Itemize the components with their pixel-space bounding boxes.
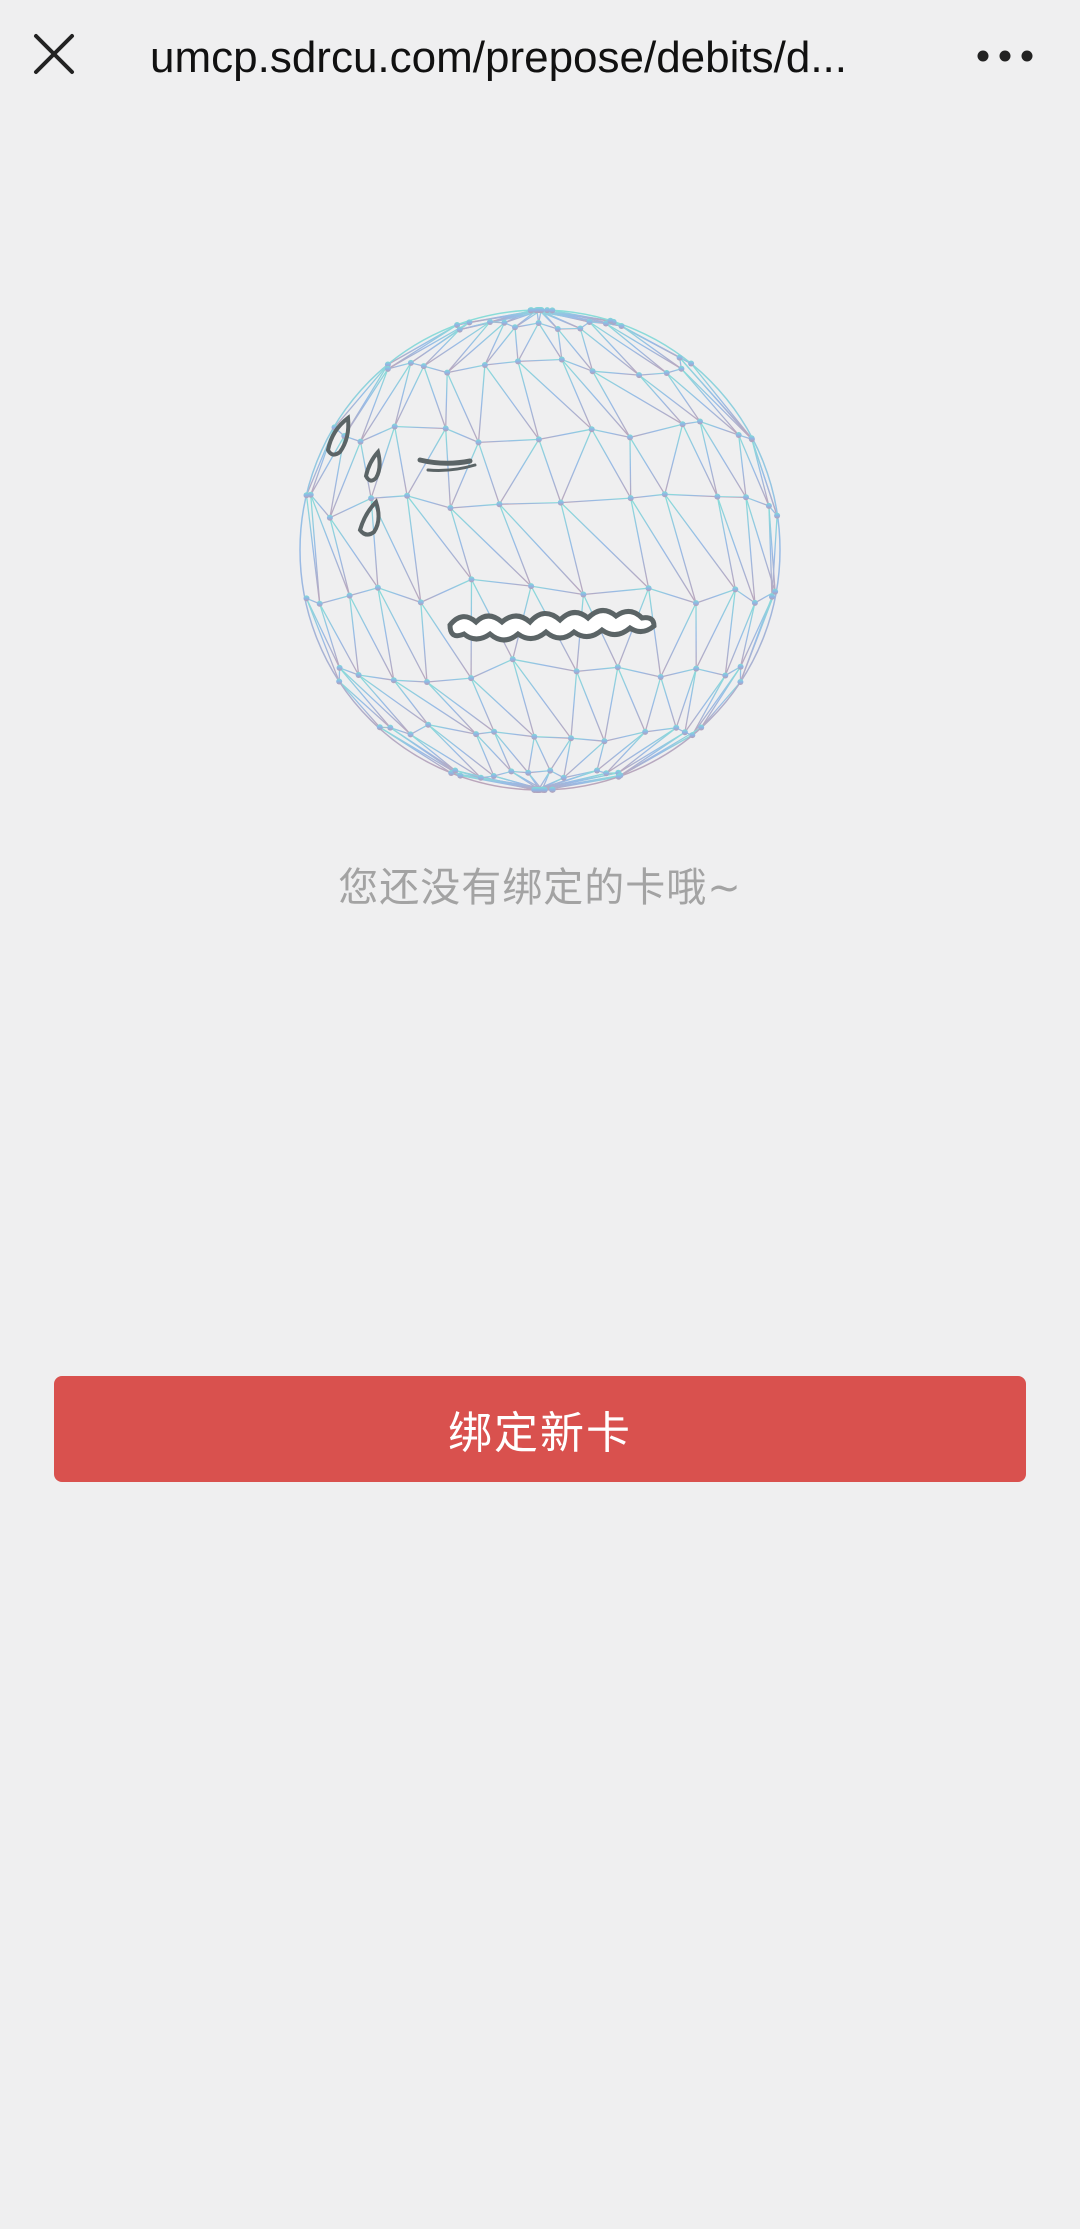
crying-wireframe-sphere-icon (299, 307, 781, 793)
more-dots-icon (977, 50, 1033, 62)
empty-state-message: 您还没有绑定的卡哦~ (338, 865, 742, 911)
close-icon (34, 34, 74, 74)
more-button[interactable] (962, 24, 1048, 88)
empty-state-illustration (270, 280, 810, 820)
close-button[interactable] (18, 18, 90, 90)
face (325, 414, 657, 643)
bind-new-card-button[interactable]: 绑定新卡 (54, 1376, 1026, 1482)
top-bar: umcp.sdrcu.com/prepose/debits/d... (0, 0, 1080, 118)
page-url: umcp.sdrcu.com/prepose/debits/d... (150, 33, 847, 82)
